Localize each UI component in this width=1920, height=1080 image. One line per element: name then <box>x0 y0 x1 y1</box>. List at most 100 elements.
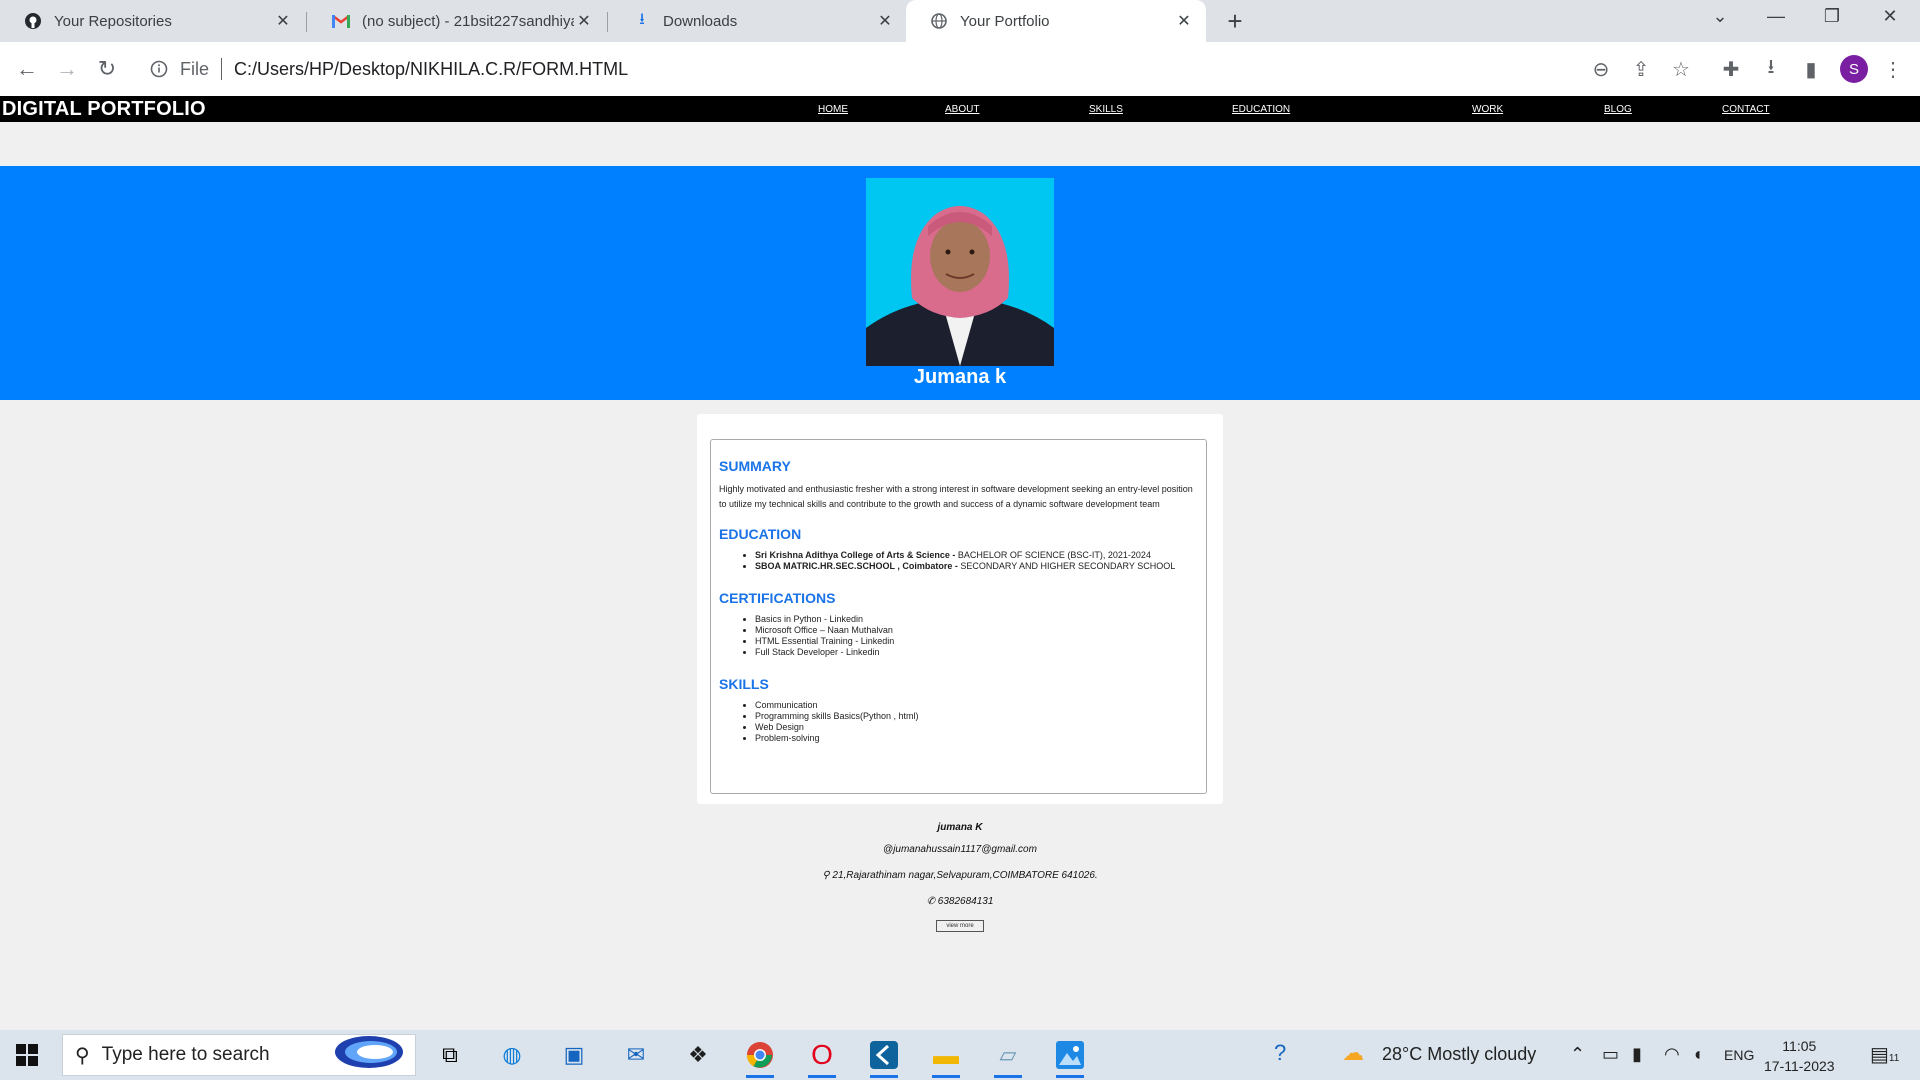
side-panel-icon[interactable]: ▮ <box>1798 56 1824 82</box>
view-more-button[interactable]: view more <box>936 920 984 932</box>
language-indicator[interactable]: ENG <box>1724 1047 1754 1063</box>
menu-icon[interactable]: ⋮ <box>1880 56 1906 82</box>
education-list: Sri Krishna Adithya College of Arts & Sc… <box>719 550 1198 572</box>
site-navbar: DIGITAL PORTFOLIO HOME ABOUT SKILLS EDUC… <box>0 96 1920 122</box>
certifications-heading: CERTIFICATIONS <box>719 590 836 606</box>
volume-icon[interactable]: ◖ <box>1692 1044 1703 1065</box>
meet-icon[interactable]: ▭ <box>1602 1044 1619 1065</box>
photos-icon[interactable] <box>1052 1038 1088 1078</box>
tab-gmail[interactable]: (no subject) - 21bsit227sandhiya ✕ <box>308 0 606 42</box>
share-icon[interactable]: ⇪ <box>1628 56 1654 82</box>
help-icon[interactable]: ? <box>1274 1040 1286 1066</box>
clock-time: 11:05 <box>1782 1038 1817 1054</box>
tab-title: Downloads <box>663 12 738 30</box>
search-placeholder: Type here to search <box>101 1044 270 1065</box>
education-heading: EDUCATION <box>719 526 802 542</box>
nav-home[interactable]: HOME <box>818 104 848 115</box>
taskbar-search[interactable]: ⚲ Type here to search <box>62 1034 416 1076</box>
profile-avatar[interactable]: S <box>1840 55 1868 83</box>
task-view-icon[interactable]: ⧉ <box>432 1038 468 1072</box>
school-detail: SECONDARY AND HIGHER SECONDARY SCHOOL <box>957 561 1176 571</box>
bookmark-star-icon[interactable]: ☆ <box>1668 56 1694 82</box>
school-name: SBOA MATRIC.HR.SEC.SCHOOL , Coimbatore - <box>755 561 958 571</box>
list-item: Microsoft Office – Naan Muthalvan <box>755 625 1198 636</box>
nav-blog[interactable]: BLOG <box>1604 104 1632 115</box>
opera-icon[interactable]: O <box>804 1038 840 1078</box>
address-bar[interactable]: File C:/Users/HP/Desktop/NIKHILA.C.R/FOR… <box>138 50 1598 88</box>
skills-list: Communication Programming skills Basics(… <box>719 700 1198 744</box>
gmail-icon <box>332 12 350 30</box>
nav-about[interactable]: ABOUT <box>945 104 979 115</box>
notepad-icon[interactable]: ▱ <box>990 1038 1026 1078</box>
address-divider <box>221 58 223 80</box>
forward-icon[interactable]: → <box>52 56 82 82</box>
tab-divider <box>306 12 307 32</box>
nav-contact[interactable]: CONTACT <box>1722 104 1770 115</box>
browser-tab-bar: Your Repositories ✕ (no subject) - 21bsi… <box>0 0 1920 42</box>
globe-icon <box>930 12 948 30</box>
weather-text[interactable]: 28°C Mostly cloudy <box>1382 1044 1536 1065</box>
window-close-button[interactable]: ✕ <box>1870 6 1910 27</box>
tab-search-icon[interactable]: ⌄ <box>1700 6 1740 27</box>
minimize-button[interactable]: — <box>1756 6 1796 27</box>
summary-text: Highly motivated and enthusiastic freshe… <box>719 484 1193 509</box>
tab-title: Your Repositories <box>54 12 172 30</box>
mail-icon[interactable]: ✉ <box>618 1038 654 1072</box>
back-icon[interactable]: ← <box>12 56 42 82</box>
new-tab-button[interactable]: + <box>1220 6 1250 37</box>
info-icon[interactable] <box>148 58 170 80</box>
search-icon: ⚲ <box>75 1044 90 1067</box>
list-item: Communication <box>755 700 1198 711</box>
github-icon <box>24 12 42 30</box>
resume-card: SUMMARY Highly motivated and enthusiasti… <box>697 414 1223 804</box>
edge-icon[interactable]: ◍ <box>494 1038 530 1072</box>
windows-taskbar: ⚲ Type here to search ⧉ ◍ ▣ ✉ ❖ O ▬ ▱ ? … <box>0 1030 1920 1080</box>
certifications-list: Basics in Python - Linkedin Microsoft Of… <box>719 614 1198 658</box>
tab-title: (no subject) - 21bsit227sandhiya <box>362 12 574 30</box>
school-detail: BACHELOR OF SCIENCE (BSC-IT), 2021-2024 <box>955 550 1151 560</box>
tab-your-repositories[interactable]: Your Repositories ✕ <box>0 0 305 42</box>
file-explorer-icon[interactable]: ▬ <box>928 1038 964 1078</box>
windows-start-icon[interactable] <box>16 1044 38 1071</box>
skills-heading: SKILLS <box>719 676 769 692</box>
restore-button[interactable]: ❐ <box>1812 6 1852 27</box>
notification-icon[interactable]: ▤11 <box>1870 1042 1899 1067</box>
chevron-up-icon[interactable]: ⌃ <box>1570 1044 1585 1065</box>
footer-address: ⚲ 21,Rajarathinam nagar,Selvapuram,COIMB… <box>822 870 1098 881</box>
footer-phone: ✆ 6382684131 <box>926 896 994 907</box>
close-icon[interactable]: ✕ <box>1174 11 1194 31</box>
profile-photo <box>866 178 1054 366</box>
chrome-icon[interactable] <box>742 1038 778 1078</box>
url-text: C:/Users/HP/Desktop/NIKHILA.C.R/FORM.HTM… <box>234 58 629 79</box>
list-item: SBOA MATRIC.HR.SEC.SCHOOL , Coimbatore -… <box>755 561 1198 572</box>
nav-skills[interactable]: SKILLS <box>1089 104 1123 115</box>
reload-icon[interactable]: ↻ <box>92 56 122 82</box>
tab-downloads[interactable]: ⭳ Downloads ✕ <box>609 0 907 42</box>
close-icon[interactable]: ✕ <box>574 11 594 31</box>
dropbox-icon[interactable]: ❖ <box>680 1038 716 1072</box>
clock[interactable]: 11:05 17-11-2023 <box>1764 1036 1835 1076</box>
nav-work[interactable]: WORK <box>1472 104 1503 115</box>
clock-date: 17-11-2023 <box>1764 1058 1835 1074</box>
wifi-icon[interactable]: ◠ <box>1664 1044 1680 1065</box>
zoom-out-icon[interactable]: ⊖ <box>1588 56 1614 82</box>
download-icon: ⭳ <box>639 10 645 28</box>
tab-your-portfolio[interactable]: Your Portfolio ✕ <box>906 0 1206 42</box>
tab-title: Your Portfolio <box>960 12 1050 30</box>
hero-banner: Jumana k <box>0 166 1920 400</box>
weather-icon[interactable]: ☁ <box>1342 1040 1364 1066</box>
list-item: Problem-solving <box>755 733 1198 744</box>
nav-education[interactable]: EDUCATION <box>1232 104 1290 115</box>
downloads-icon[interactable]: ⭳ <box>1758 56 1784 82</box>
footer-email[interactable]: @jumanahussain1117@gmail.com <box>0 844 1920 855</box>
tab-divider <box>607 12 608 32</box>
battery-icon[interactable]: ▮ <box>1632 1044 1642 1065</box>
store-icon[interactable]: ▣ <box>556 1038 592 1072</box>
scheme-label: File <box>180 58 210 79</box>
close-icon[interactable]: ✕ <box>273 11 293 31</box>
bing-icon[interactable] <box>333 1034 405 1076</box>
extensions-icon[interactable]: ✚ <box>1718 56 1744 82</box>
close-icon[interactable]: ✕ <box>875 11 895 31</box>
summary-heading: SUMMARY <box>719 458 791 474</box>
vscode-icon[interactable] <box>866 1038 902 1078</box>
